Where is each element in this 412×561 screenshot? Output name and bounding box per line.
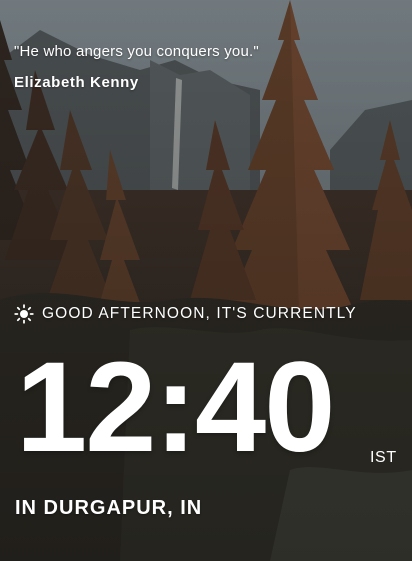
quote-text: "He who angers you conquers you." — [14, 43, 259, 60]
clock-timezone: IST — [370, 449, 397, 466]
greeting-text: GOOD AFTERNOON, IT'S CURRENTLY — [42, 305, 357, 322]
quote-author: Elizabeth Kenny — [14, 74, 139, 91]
clock-time: 12:40 — [16, 336, 335, 479]
clock: 12:40 — [16, 336, 335, 479]
greeting-row: GOOD AFTERNOON, IT'S CURRENTLY — [14, 304, 357, 324]
location-text: IN DURGAPUR, IN — [15, 497, 203, 519]
sun-icon — [14, 304, 34, 324]
